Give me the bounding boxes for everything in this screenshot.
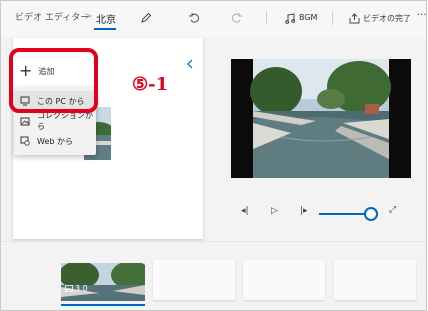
clip-duration-badge: 3.0 [65, 284, 88, 293]
collapse-panel-icon[interactable] [187, 59, 193, 72]
web-icon [20, 136, 30, 146]
pencil-icon [141, 12, 152, 23]
breadcrumb-root[interactable]: ビデオ エディター [15, 12, 89, 24]
more-options-button[interactable]: ··· [417, 10, 426, 21]
toolbar-separator [266, 11, 267, 25]
previous-frame-icon[interactable]: ◂| [241, 206, 249, 216]
annotation-step-label: ⑤-1 [132, 74, 169, 95]
storyboard-card-empty[interactable] [153, 260, 235, 300]
project-title-underline [94, 28, 116, 30]
finish-video-button[interactable] [344, 8, 364, 28]
play-icon[interactable]: ▷ [271, 206, 278, 216]
video-preview[interactable] [231, 59, 411, 178]
project-title[interactable]: 北京 [96, 11, 116, 26]
breadcrumb-separator: > [84, 11, 93, 22]
undo-button[interactable] [184, 8, 204, 28]
finish-video-label[interactable]: ビデオの完了 [363, 13, 411, 24]
storyboard-card-empty[interactable] [243, 260, 325, 300]
menu-item-label: コレクションから [37, 111, 93, 131]
toolbar-separator [332, 11, 333, 25]
image-icon [65, 285, 73, 292]
undo-icon [189, 13, 199, 23]
redo-button[interactable] [227, 8, 247, 28]
video-editor-window: ビデオ エディター > 北京 BGM ビデオの完了 ··· + 追加 この PC… [0, 0, 427, 311]
top-bar: ビデオ エディター > 北京 BGM ビデオの完了 ··· [1, 1, 426, 37]
storyboard-card-selected[interactable] [61, 263, 145, 301]
selected-card-indicator [61, 304, 145, 306]
storyboard-divider [1, 241, 426, 242]
annotation-highlight-box [9, 48, 98, 113]
bgm-button[interactable] [280, 8, 300, 28]
menu-item-from-web[interactable]: Web から [14, 131, 96, 151]
collection-icon [20, 116, 30, 126]
music-note-icon [284, 12, 295, 24]
menu-item-label: Web から [37, 136, 73, 146]
storyboard-card-empty[interactable] [334, 260, 416, 300]
rename-button[interactable] [136, 8, 156, 28]
next-frame-icon[interactable]: |▸ [300, 206, 308, 216]
clip-duration: 3.0 [75, 284, 88, 293]
fullscreen-icon[interactable]: ⤢ [389, 205, 396, 215]
bgm-label[interactable]: BGM [299, 13, 317, 22]
redo-icon [232, 13, 242, 23]
menu-item-from-collection[interactable]: コレクションから [14, 111, 96, 131]
export-icon [349, 12, 359, 23]
volume-slider-thumb[interactable] [364, 207, 378, 221]
